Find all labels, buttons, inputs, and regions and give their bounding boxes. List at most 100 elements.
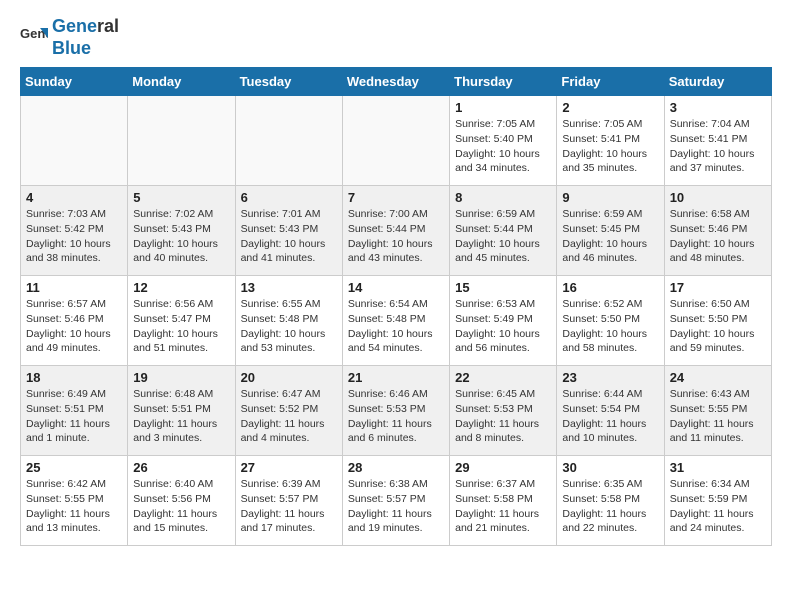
calendar-cell: 22 Sunrise: 6:45 AM Sunset: 5:53 PM Dayli… [450,366,557,456]
day-info: Sunrise: 6:52 AM Sunset: 5:50 PM Dayligh… [562,297,658,356]
day-header-friday: Friday [557,68,664,96]
calendar-cell: 23 Sunrise: 6:44 AM Sunset: 5:54 PM Dayli… [557,366,664,456]
calendar-cell: 17 Sunrise: 6:50 AM Sunset: 5:50 PM Dayli… [664,276,771,366]
day-number: 23 [562,370,658,385]
calendar-cell: 28 Sunrise: 6:38 AM Sunset: 5:57 PM Dayli… [342,456,449,546]
day-header-saturday: Saturday [664,68,771,96]
day-info: Sunrise: 6:50 AM Sunset: 5:50 PM Dayligh… [670,297,766,356]
calendar-cell: 25Sunrise: 6:42 AM Sunset: 5:55 PM Dayli… [21,456,128,546]
day-number: 29 [455,460,551,475]
header-row: SundayMondayTuesdayWednesdayThursdayFrid… [21,68,772,96]
calendar-cell [342,96,449,186]
day-info: Sunrise: 7:05 AM Sunset: 5:40 PM Dayligh… [455,117,551,176]
calendar-cell: 15 Sunrise: 6:53 AM Sunset: 5:49 PM Dayli… [450,276,557,366]
day-number: 6 [241,190,337,205]
day-number: 2 [562,100,658,115]
day-info: Sunrise: 6:46 AM Sunset: 5:53 PM Dayligh… [348,387,444,446]
day-number: 26 [133,460,229,475]
day-info: Sunrise: 6:53 AM Sunset: 5:49 PM Dayligh… [455,297,551,356]
calendar-cell: 3 Sunrise: 7:04 AM Sunset: 5:41 PM Daylig… [664,96,771,186]
day-number: 8 [455,190,551,205]
day-info: Sunrise: 6:44 AM Sunset: 5:54 PM Dayligh… [562,387,658,446]
day-info: Sunrise: 7:00 AM Sunset: 5:44 PM Dayligh… [348,207,444,266]
day-info: Sunrise: 6:59 AM Sunset: 5:45 PM Dayligh… [562,207,658,266]
day-number: 30 [562,460,658,475]
calendar-cell: 7 Sunrise: 7:00 AM Sunset: 5:44 PM Daylig… [342,186,449,276]
calendar-cell: 21 Sunrise: 6:46 AM Sunset: 5:53 PM Dayli… [342,366,449,456]
day-info: Sunrise: 6:48 AM Sunset: 5:51 PM Dayligh… [133,387,229,446]
calendar-week-2: 4Sunrise: 7:03 AM Sunset: 5:42 PM Daylig… [21,186,772,276]
calendar-cell: 26 Sunrise: 6:40 AM Sunset: 5:56 PM Dayli… [128,456,235,546]
day-number: 1 [455,100,551,115]
day-number: 20 [241,370,337,385]
day-number: 15 [455,280,551,295]
day-info: Sunrise: 6:57 AM Sunset: 5:46 PM Dayligh… [26,297,122,356]
day-number: 19 [133,370,229,385]
day-number: 24 [670,370,766,385]
day-number: 21 [348,370,444,385]
day-info: Sunrise: 6:40 AM Sunset: 5:56 PM Dayligh… [133,477,229,536]
day-number: 31 [670,460,766,475]
calendar-cell: 31 Sunrise: 6:34 AM Sunset: 5:59 PM Dayli… [664,456,771,546]
day-number: 22 [455,370,551,385]
logo-text: General Blue [52,16,119,59]
day-number: 13 [241,280,337,295]
day-header-tuesday: Tuesday [235,68,342,96]
calendar-cell: 11 Sunrise: 6:57 AM Sunset: 5:46 PM Dayli… [21,276,128,366]
calendar-week-1: 1 Sunrise: 7:05 AM Sunset: 5:40 PM Daylig… [21,96,772,186]
day-info: Sunrise: 6:35 AM Sunset: 5:58 PM Dayligh… [562,477,658,536]
page-header: Gene General Blue [20,16,772,59]
calendar-cell: 12Sunrise: 6:56 AM Sunset: 5:47 PM Dayli… [128,276,235,366]
calendar-cell: 9Sunrise: 6:59 AM Sunset: 5:45 PM Daylig… [557,186,664,276]
calendar-cell: 5 Sunrise: 7:02 AM Sunset: 5:43 PM Daylig… [128,186,235,276]
calendar-week-3: 11 Sunrise: 6:57 AM Sunset: 5:46 PM Dayli… [21,276,772,366]
day-info: Sunrise: 6:58 AM Sunset: 5:46 PM Dayligh… [670,207,766,266]
day-info: Sunrise: 6:54 AM Sunset: 5:48 PM Dayligh… [348,297,444,356]
calendar-cell: 10 Sunrise: 6:58 AM Sunset: 5:46 PM Dayli… [664,186,771,276]
day-info: Sunrise: 7:04 AM Sunset: 5:41 PM Dayligh… [670,117,766,176]
day-info: Sunrise: 6:43 AM Sunset: 5:55 PM Dayligh… [670,387,766,446]
day-header-monday: Monday [128,68,235,96]
day-info: Sunrise: 6:47 AM Sunset: 5:52 PM Dayligh… [241,387,337,446]
day-info: Sunrise: 6:45 AM Sunset: 5:53 PM Dayligh… [455,387,551,446]
calendar-cell: 2 Sunrise: 7:05 AM Sunset: 5:41 PM Daylig… [557,96,664,186]
calendar-cell: 30 Sunrise: 6:35 AM Sunset: 5:58 PM Dayli… [557,456,664,546]
calendar-cell: 19 Sunrise: 6:48 AM Sunset: 5:51 PM Dayli… [128,366,235,456]
day-number: 10 [670,190,766,205]
calendar-cell [21,96,128,186]
day-number: 27 [241,460,337,475]
day-header-thursday: Thursday [450,68,557,96]
day-number: 18 [26,370,122,385]
calendar-cell [235,96,342,186]
logo: Gene General Blue [20,16,119,59]
calendar-cell: 13 Sunrise: 6:55 AM Sunset: 5:48 PM Dayli… [235,276,342,366]
day-header-sunday: Sunday [21,68,128,96]
day-number: 7 [348,190,444,205]
day-info: Sunrise: 6:56 AM Sunset: 5:47 PM Dayligh… [133,297,229,356]
day-number: 17 [670,280,766,295]
day-info: Sunrise: 6:39 AM Sunset: 5:57 PM Dayligh… [241,477,337,536]
calendar-cell: 27 Sunrise: 6:39 AM Sunset: 5:57 PM Dayli… [235,456,342,546]
calendar-cell: 1 Sunrise: 7:05 AM Sunset: 5:40 PM Daylig… [450,96,557,186]
day-number: 4 [26,190,122,205]
calendar-cell [128,96,235,186]
day-number: 5 [133,190,229,205]
day-info: Sunrise: 6:38 AM Sunset: 5:57 PM Dayligh… [348,477,444,536]
day-number: 25 [26,460,122,475]
day-info: Sunrise: 6:34 AM Sunset: 5:59 PM Dayligh… [670,477,766,536]
calendar-cell: 14 Sunrise: 6:54 AM Sunset: 5:48 PM Dayli… [342,276,449,366]
calendar-week-5: 25Sunrise: 6:42 AM Sunset: 5:55 PM Dayli… [21,456,772,546]
calendar-cell: 24 Sunrise: 6:43 AM Sunset: 5:55 PM Dayli… [664,366,771,456]
day-info: Sunrise: 6:55 AM Sunset: 5:48 PM Dayligh… [241,297,337,356]
calendar-cell: 29Sunrise: 6:37 AM Sunset: 5:58 PM Dayli… [450,456,557,546]
calendar-cell: 6Sunrise: 7:01 AM Sunset: 5:43 PM Daylig… [235,186,342,276]
day-info: Sunrise: 6:49 AM Sunset: 5:51 PM Dayligh… [26,387,122,446]
day-number: 11 [26,280,122,295]
day-number: 3 [670,100,766,115]
day-number: 28 [348,460,444,475]
day-info: Sunrise: 7:02 AM Sunset: 5:43 PM Dayligh… [133,207,229,266]
calendar-week-4: 18 Sunrise: 6:49 AM Sunset: 5:51 PM Dayli… [21,366,772,456]
logo-icon: Gene [20,24,48,52]
day-number: 14 [348,280,444,295]
day-info: Sunrise: 7:05 AM Sunset: 5:41 PM Dayligh… [562,117,658,176]
